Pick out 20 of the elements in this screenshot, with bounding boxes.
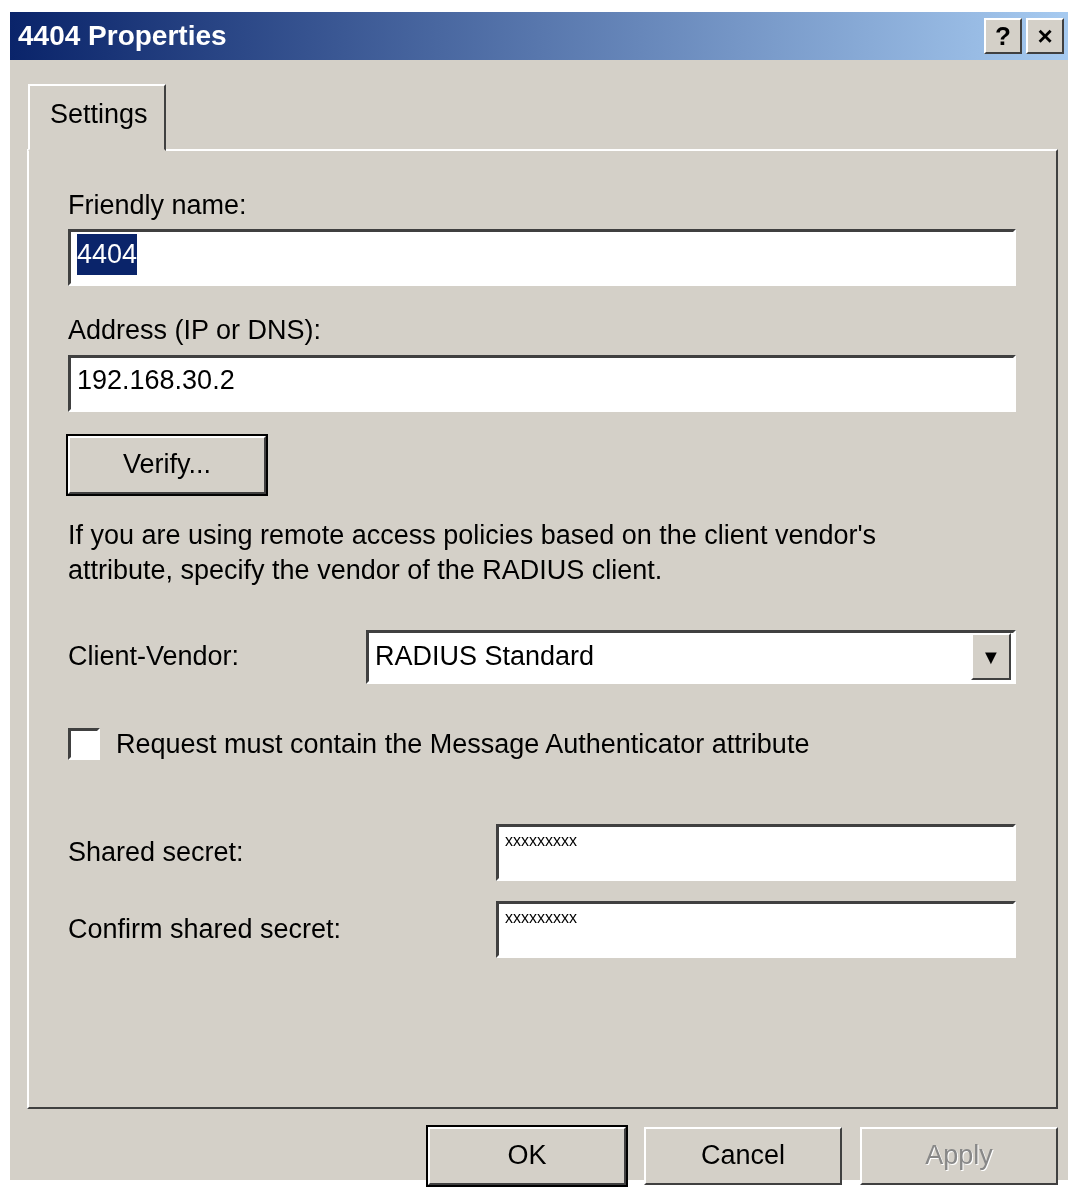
input-field[interactable]: 4404 bbox=[68, 229, 1016, 286]
field-label: Friendly name: bbox=[68, 188, 248, 222]
dialog-button[interactable]: OK bbox=[428, 1126, 626, 1185]
client-vendor-label: Client-Vendor: bbox=[68, 640, 241, 674]
help-button[interactable]: ? bbox=[984, 18, 1022, 54]
dialog-button[interactable]: Cancel bbox=[644, 1126, 842, 1185]
field-label: Confirm shared secret: bbox=[68, 913, 343, 947]
close-button[interactable]: × bbox=[1026, 18, 1064, 54]
description-text: If you are using remote access policies based on the client vendor's attribute, specify the vendor of the RADIUS client. bbox=[68, 518, 878, 587]
window-title: 4404 Properties bbox=[18, 19, 228, 53]
tab[interactable]: Settings bbox=[28, 84, 166, 151]
checkbox-label: Request must contain the Message Authenticator attribute bbox=[116, 727, 810, 761]
field-label: Shared secret: bbox=[68, 836, 245, 870]
client-vendor-dropdown[interactable]: RADIUS Standard ▼ bbox=[366, 629, 1016, 684]
input-field[interactable]: 192.168.30.2 bbox=[68, 354, 1016, 412]
verify-button[interactable]: Verify... bbox=[68, 435, 266, 494]
password-field[interactable]: xxxxxxxxx bbox=[496, 824, 1016, 881]
field-label: Address (IP or DNS): bbox=[68, 314, 323, 347]
checkbox[interactable] bbox=[68, 727, 100, 760]
password-field[interactable]: xxxxxxxxx bbox=[496, 901, 1016, 958]
